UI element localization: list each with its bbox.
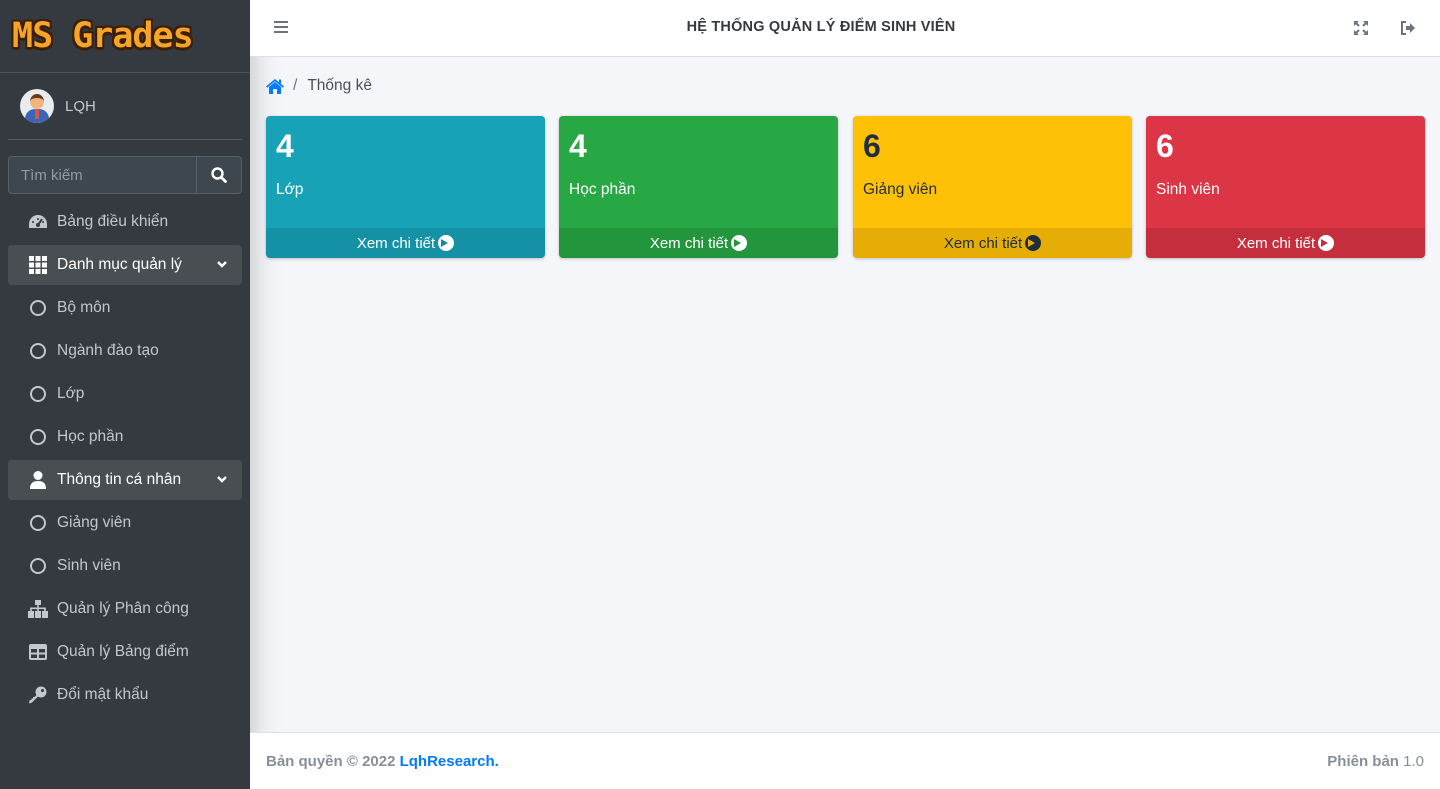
key-icon	[27, 685, 49, 705]
sidebar-item-label: Sinh viên	[57, 557, 121, 574]
view-details-label: Xem chi tiết	[1236, 234, 1316, 252]
copyright-text: Bản quyền © 2022	[266, 753, 396, 770]
brand-logo: MS Grades	[12, 16, 194, 56]
sidebar-item-label: Học phần	[57, 428, 124, 445]
user-name[interactable]: LQH	[65, 98, 96, 115]
sidebar-item-label: Ngành đào tạo	[57, 342, 159, 359]
search-icon	[211, 167, 227, 183]
sidebar-item-personal-info[interactable]: Thông tin cá nhân	[8, 460, 242, 500]
chevron-down-icon	[217, 261, 227, 268]
breadcrumb-current: Thống kê	[307, 77, 372, 94]
sitemap-icon	[27, 599, 49, 619]
sidebar-item-label: Lớp	[57, 385, 85, 402]
sidebar-item-label: Quản lý Phân công	[57, 600, 189, 617]
sidebar-item-dashboard[interactable]: Bảng điều khiển	[8, 202, 242, 242]
stat-card-courses: 4 Học phần Xem chi tiết	[559, 116, 838, 258]
stat-label: Học phần	[569, 181, 636, 198]
arrow-circle-right-icon	[438, 235, 455, 251]
view-details-label: Xem chi tiết	[356, 234, 436, 252]
sidebar-item-change-password[interactable]: Đổi mật khẩu	[8, 675, 242, 715]
stat-count: 4	[569, 128, 587, 164]
tachometer-icon	[27, 212, 49, 232]
logout-icon[interactable]	[1400, 20, 1416, 36]
stat-card-classes: 4 Lớp Xem chi tiết	[266, 116, 545, 258]
sidebar-item-label: Bộ môn	[57, 299, 111, 316]
brand-logo-link[interactable]: MS Grades	[0, 0, 250, 73]
version-label: Phiên bản	[1327, 753, 1399, 770]
sidebar-item-management-categories[interactable]: Danh mục quản lý	[8, 245, 242, 285]
sidebar-nav: Bảng điều khiển Danh mục quản lý Bộ môn …	[0, 202, 250, 715]
circle-icon	[30, 386, 46, 402]
sidebar-item-lecturers[interactable]: Giảng viên	[8, 503, 242, 543]
sidebar-item-gradebook[interactable]: Quản lý Bảng điểm	[8, 632, 242, 672]
stat-count: 6	[1156, 128, 1174, 164]
copyright: Bản quyền © 2022 LqhResearch.	[266, 753, 499, 770]
sidebar-item-label: Bảng điều khiển	[57, 213, 169, 230]
arrow-circle-right-icon	[731, 235, 748, 251]
view-details-link[interactable]: Xem chi tiết	[1146, 228, 1425, 258]
circle-icon	[30, 343, 46, 359]
home-icon[interactable]	[266, 78, 284, 94]
sidebar-item-assignments[interactable]: Quản lý Phân công	[8, 589, 242, 629]
version-number: 1.0	[1403, 753, 1424, 770]
sidebar-item-students[interactable]: Sinh viên	[8, 546, 242, 586]
arrow-circle-right-icon	[1318, 235, 1335, 251]
sidebar-item-departments[interactable]: Bộ môn	[8, 288, 242, 328]
arrow-circle-right-icon	[1025, 235, 1042, 251]
grid-icon	[27, 255, 49, 275]
search-input[interactable]	[8, 156, 196, 194]
chevron-down-icon	[217, 476, 227, 483]
sidebar-search	[8, 156, 242, 194]
stat-label: Giảng viên	[863, 181, 938, 198]
stat-count: 4	[276, 128, 294, 164]
sidebar-item-label: Thông tin cá nhân	[57, 471, 182, 488]
stat-card-students: 6 Sinh viên Xem chi tiết	[1146, 116, 1425, 258]
sidebar: MS Grades LQH Bảng điều khiển Danh mục	[0, 0, 250, 789]
stat-count: 6	[863, 128, 881, 164]
circle-icon	[30, 515, 46, 531]
view-details-label: Xem chi tiết	[649, 234, 729, 252]
view-details-link[interactable]: Xem chi tiết	[266, 228, 545, 258]
avatar	[20, 89, 54, 123]
search-button[interactable]	[196, 156, 242, 194]
stat-card-lecturers: 6 Giảng viên Xem chi tiết	[853, 116, 1132, 258]
page-footer: Bản quyền © 2022 LqhResearch. Phiên bản …	[250, 732, 1440, 789]
circle-icon	[30, 429, 46, 445]
app-title: HỆ THỐNG QUẢN LÝ ĐIỂM SINH VIÊN	[686, 19, 956, 35]
stat-label: Lớp	[276, 181, 304, 198]
circle-icon	[30, 558, 46, 574]
view-details-label: Xem chi tiết	[943, 234, 1023, 252]
sidebar-item-label: Giảng viên	[57, 514, 132, 531]
table-icon	[27, 642, 49, 662]
sidebar-item-classes[interactable]: Lớp	[8, 374, 242, 414]
sidebar-item-majors[interactable]: Ngành đào tạo	[8, 331, 242, 371]
sidebar-item-label: Danh mục quản lý	[57, 256, 182, 273]
circle-icon	[30, 300, 46, 316]
sidebar-item-courses[interactable]: Học phần	[8, 417, 242, 457]
stat-label: Sinh viên	[1156, 181, 1220, 198]
version-info: Phiên bản 1.0	[1327, 753, 1424, 770]
fullscreen-icon[interactable]	[1353, 20, 1369, 36]
breadcrumb: / Thống kê	[266, 77, 372, 95]
sidebar-item-label: Đổi mật khẩu	[57, 686, 149, 703]
top-navbar: HỆ THỐNG QUẢN LÝ ĐIỂM SINH VIÊN	[250, 0, 1440, 57]
user-panel[interactable]: LQH	[8, 73, 242, 140]
view-details-link[interactable]: Xem chi tiết	[853, 228, 1132, 258]
user-icon	[27, 470, 49, 490]
view-details-link[interactable]: Xem chi tiết	[559, 228, 838, 258]
sidebar-item-label: Quản lý Bảng điểm	[57, 643, 189, 660]
company-link[interactable]: LqhResearch.	[400, 753, 499, 770]
